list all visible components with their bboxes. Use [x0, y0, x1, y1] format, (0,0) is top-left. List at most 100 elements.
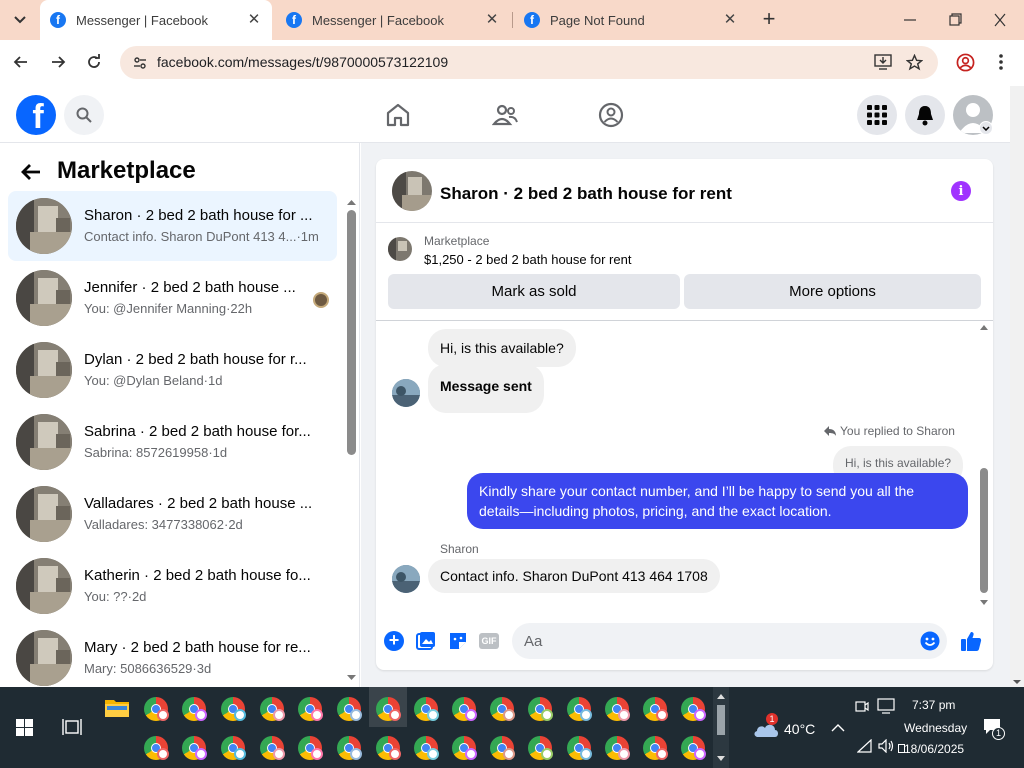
- chrome-profile-icon[interactable]: [260, 697, 285, 721]
- conversation-item[interactable]: Sabrina · 2 bed 2 bath house for... Sabri…: [8, 407, 337, 477]
- chrome-profile-icon[interactable]: [414, 697, 439, 721]
- conversation-item[interactable]: Mary · 2 bed 2 bath house for re... Mary:…: [8, 623, 337, 687]
- conversation-item[interactable]: Dylan · 2 bed 2 bath house for r... You: …: [8, 335, 337, 405]
- task-view-button[interactable]: [62, 718, 82, 736]
- menu-button[interactable]: [857, 95, 897, 135]
- tab-messenger-2[interactable]: f Messenger | Facebook ✕: [276, 0, 510, 40]
- message-input[interactable]: Aa: [512, 623, 947, 659]
- conversation-item[interactable]: Jennifer · 2 bed 2 bath house ... You: @J…: [8, 263, 337, 333]
- chrome-profile-icon[interactable]: [337, 736, 362, 760]
- chrome-profile-icon[interactable]: [528, 736, 553, 760]
- volume-icon[interactable]: [878, 739, 895, 753]
- browser-menu-button[interactable]: [997, 53, 1005, 71]
- chrome-profile-icon[interactable]: [490, 697, 515, 721]
- chrome-profile-icon[interactable]: [414, 736, 439, 760]
- chrome-profile-icon[interactable]: [376, 697, 401, 721]
- weather-widget[interactable]: 1 40°C: [750, 713, 822, 742]
- chrome-profile-icon[interactable]: [452, 697, 477, 721]
- new-tab-button[interactable]: +: [758, 8, 780, 31]
- site-info-icon[interactable]: [132, 55, 148, 71]
- chrome-profile-icon[interactable]: [528, 697, 553, 721]
- wifi-icon[interactable]: [857, 739, 872, 753]
- nav-friends[interactable]: [492, 102, 518, 128]
- chrome-profile-icon[interactable]: [221, 736, 246, 760]
- chrome-profile-icon[interactable]: [298, 697, 323, 721]
- minimize-button[interactable]: [900, 12, 920, 28]
- conversation-item[interactable]: Sharon · 2 bed 2 bath house for ... Conta…: [8, 191, 337, 261]
- close-tab-icon[interactable]: ✕: [246, 12, 262, 28]
- nav-home[interactable]: [385, 102, 411, 128]
- chrome-profile-icon[interactable]: [643, 736, 668, 760]
- notification-center-button[interactable]: 1: [983, 718, 1005, 740]
- info-button[interactable]: i: [951, 181, 971, 201]
- chrome-profile-icon[interactable]: [376, 736, 401, 760]
- show-hidden-icons-button[interactable]: [831, 723, 845, 732]
- file-explorer-icon[interactable]: [105, 697, 129, 717]
- restore-button[interactable]: [945, 12, 965, 28]
- chrome-profile-icon[interactable]: [452, 736, 477, 760]
- meet-now-icon[interactable]: [855, 699, 869, 713]
- notifications-button[interactable]: [905, 95, 945, 135]
- forward-button[interactable]: [49, 53, 67, 71]
- like-button[interactable]: [960, 630, 982, 652]
- chrome-profile-icon[interactable]: [567, 736, 592, 760]
- tab-search-button[interactable]: [10, 10, 30, 30]
- install-app-icon[interactable]: [874, 54, 892, 71]
- chrome-profile-icon[interactable]: [298, 736, 323, 760]
- clock-time[interactable]: 7:37 pm: [912, 698, 955, 712]
- conversation-list-scrollbar[interactable]: [343, 193, 360, 687]
- emoji-icon[interactable]: [920, 631, 940, 651]
- address-bar[interactable]: facebook.com/messages/t/9870000573122109: [120, 46, 938, 79]
- sticker-button[interactable]: [448, 631, 468, 651]
- mark-as-sold-button[interactable]: Mark as sold: [388, 274, 680, 309]
- attach-photo-button[interactable]: [416, 631, 436, 651]
- more-options-button[interactable]: More options: [684, 274, 981, 309]
- conversation-item[interactable]: Katherin · 2 bed 2 bath house fo... You: …: [8, 551, 337, 621]
- tab-page-not-found[interactable]: f Page Not Found ✕: [514, 0, 748, 40]
- taskbar-scrollbar[interactable]: [713, 687, 729, 768]
- listing-detail[interactable]: $1,250 - 2 bed 2 bath house for rent: [424, 252, 631, 267]
- reload-button[interactable]: [85, 53, 103, 71]
- close-tab-icon[interactable]: ✕: [484, 12, 500, 28]
- display-icon[interactable]: [877, 698, 895, 714]
- clock-date[interactable]: 18/06/2025: [904, 742, 964, 756]
- chrome-profile-icon[interactable]: [337, 697, 362, 721]
- chrome-profile-icon[interactable]: [567, 697, 592, 721]
- tab-messenger-1[interactable]: f Messenger | Facebook ✕: [40, 0, 272, 40]
- facebook-logo[interactable]: f: [16, 95, 56, 135]
- chrome-profile-icon[interactable]: [681, 697, 706, 721]
- chrome-profile-icon[interactable]: [643, 697, 668, 721]
- chrome-profile-icon[interactable]: [681, 736, 706, 760]
- sharon-avatar[interactable]: [392, 565, 420, 593]
- thumbs-up-icon: [961, 632, 982, 651]
- chrome-profile-icon[interactable]: [605, 697, 630, 721]
- chrome-profile-icon[interactable]: [605, 736, 630, 760]
- search-button[interactable]: [64, 95, 104, 135]
- back-button[interactable]: [12, 53, 30, 71]
- conversation-item[interactable]: Valladares · 2 bed 2 bath house ... Valla…: [8, 479, 337, 549]
- page-scrollbar[interactable]: [1010, 86, 1024, 687]
- listing-thumbnail[interactable]: [388, 237, 412, 261]
- clock-day[interactable]: Wednesday: [904, 721, 967, 735]
- chrome-profile-icon[interactable]: [144, 697, 169, 721]
- chat-title[interactable]: Sharon · 2 bed 2 bath house for rent: [440, 184, 732, 204]
- bookmark-star-icon[interactable]: [906, 54, 923, 71]
- more-actions-button[interactable]: +: [384, 631, 404, 651]
- chrome-profile-icon[interactable]: [182, 697, 207, 721]
- gif-button[interactable]: GIF: [479, 633, 499, 649]
- close-tab-icon[interactable]: ✕: [722, 12, 738, 28]
- chrome-profile-icon[interactable]: [182, 736, 207, 760]
- start-button[interactable]: [16, 719, 33, 736]
- close-window-button[interactable]: [990, 12, 1010, 28]
- back-arrow-button[interactable]: [20, 162, 42, 182]
- chat-scrollbar[interactable]: [977, 322, 991, 607]
- sharon-avatar[interactable]: [392, 379, 420, 407]
- chat-listing-avatar[interactable]: [392, 171, 432, 211]
- chrome-profile-icon[interactable]: [144, 736, 169, 760]
- chrome-profile-icon[interactable]: [221, 697, 246, 721]
- account-chevron-icon[interactable]: [979, 121, 993, 135]
- profile-button[interactable]: [956, 53, 975, 72]
- chrome-profile-icon[interactable]: [260, 736, 285, 760]
- chrome-profile-icon[interactable]: [490, 736, 515, 760]
- nav-groups[interactable]: [598, 102, 624, 128]
